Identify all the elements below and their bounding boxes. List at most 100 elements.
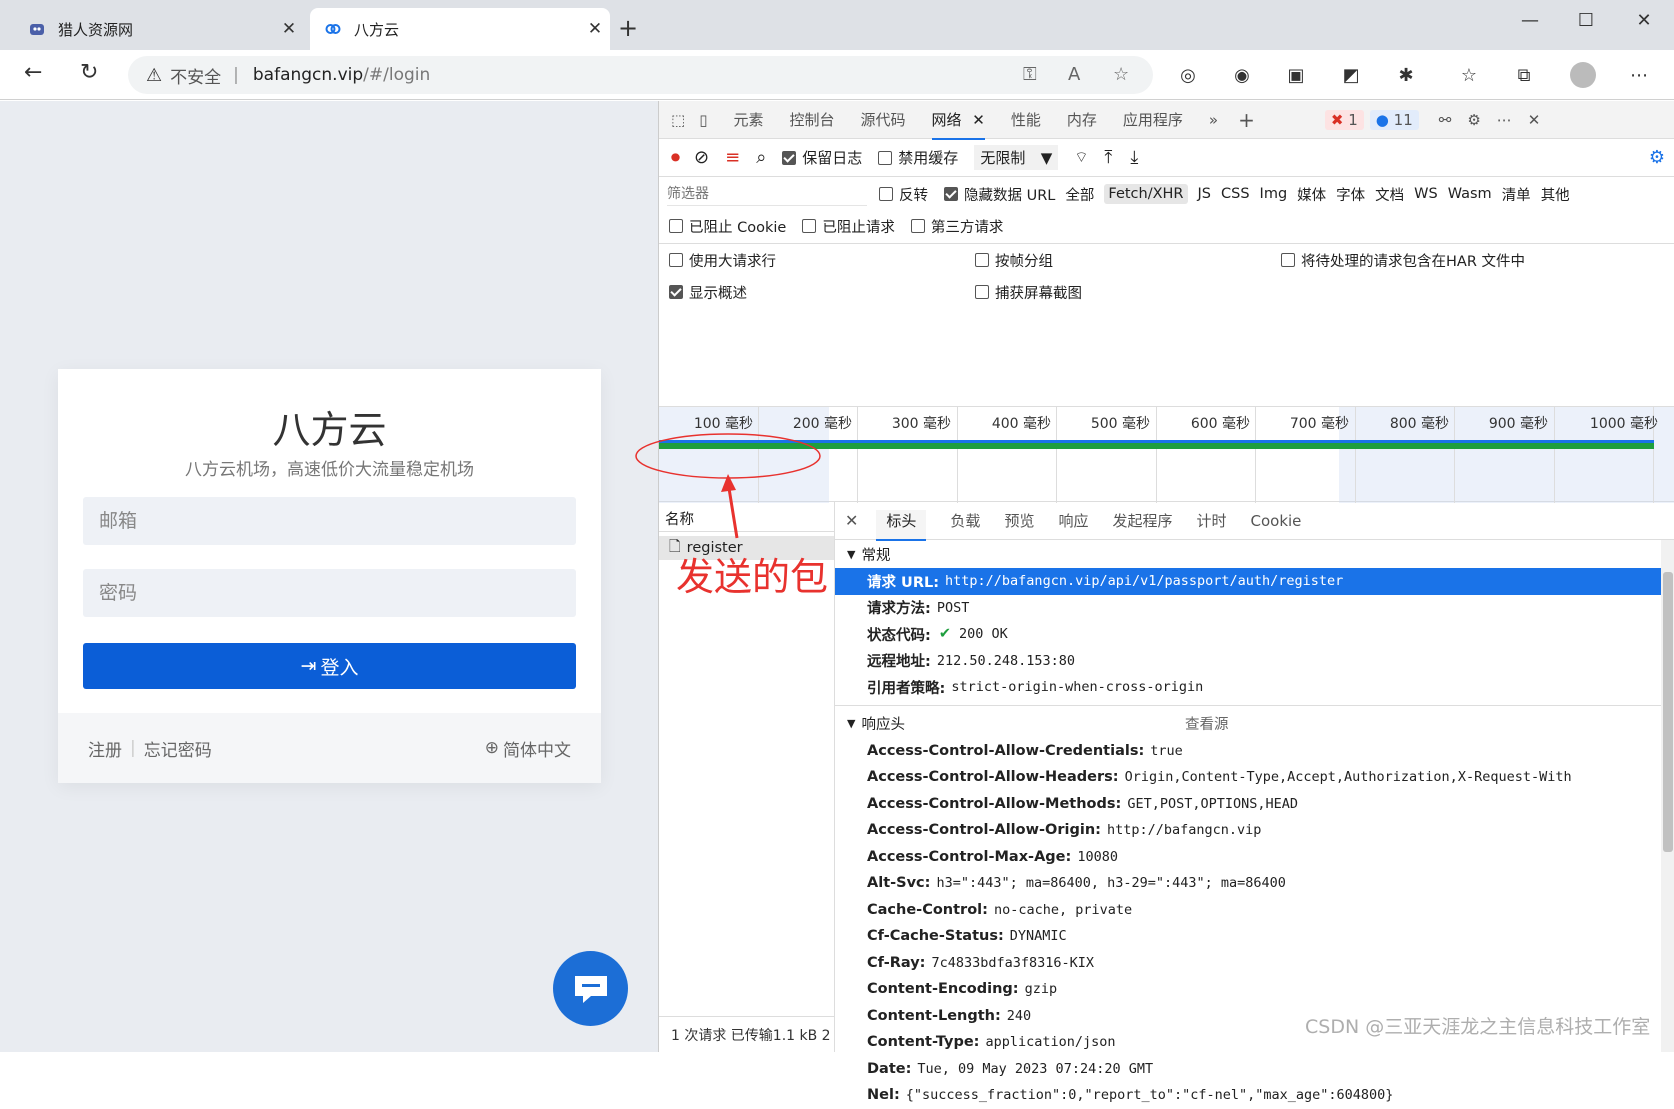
devtools-more-icon[interactable]: ⋯ [1497, 111, 1512, 129]
export-har-icon[interactable]: ⤓ [1130, 147, 1138, 168]
forgot-password-link[interactable]: 忘记密码 [144, 736, 212, 761]
message-badge[interactable]: ● 11 [1369, 109, 1419, 130]
detail-scrollbar[interactable] [1661, 540, 1674, 1052]
tab-cookies[interactable]: Cookie [1251, 512, 1302, 530]
add-favorite-icon[interactable]: ☆ [1113, 64, 1129, 85]
large-rows-checkbox[interactable]: 使用大请求行 [669, 250, 959, 271]
hide-data-urls-checkbox[interactable]: 隐藏数据 URL [944, 184, 1055, 205]
chat-button[interactable] [553, 951, 628, 1026]
close-devtools-icon[interactable]: ✕ [1528, 111, 1541, 129]
panel-application[interactable]: 应用程序 [1123, 109, 1183, 130]
password-input[interactable] [83, 569, 576, 617]
filter-type-other[interactable]: 其他 [1541, 184, 1570, 205]
tab-preview[interactable]: 预览 [1004, 510, 1034, 531]
extensions-icon[interactable]: ✱ [1393, 62, 1419, 88]
filter-type-css[interactable]: CSS [1221, 186, 1250, 202]
filter-type-fetch-xhr[interactable]: Fetch/XHR [1104, 184, 1188, 204]
tab-initiator[interactable]: 发起程序 [1112, 510, 1172, 531]
panel-network[interactable]: 网络 ✕ [931, 109, 985, 140]
filter-type-wasm[interactable]: Wasm [1448, 186, 1492, 202]
close-tab-icon[interactable]: ✕ [580, 19, 610, 39]
tab-hunter-resources[interactable]: 猎人资源网 ✕ [14, 8, 304, 50]
address-bar[interactable]: ⚠ 不安全 | bafangcn.vip /#/login ⚿ A ☆ [128, 56, 1153, 94]
blocked-cookies-checkbox[interactable]: 已阻止 Cookie [669, 216, 786, 237]
filter-type-manifest[interactable]: 清单 [1502, 184, 1531, 205]
preserve-log-checkbox[interactable]: 保留日志 [782, 147, 862, 168]
extension-search-icon[interactable]: ◎ [1175, 62, 1201, 88]
header-row[interactable]: Access-Control-Max-Age: 10080 [835, 844, 1674, 871]
header-row[interactable]: Alt-Svc: h3=":443"; ma=86400, h3-29=":443… [835, 870, 1674, 897]
reload-icon[interactable]: ↻ [80, 60, 98, 85]
login-button[interactable]: ⇥ 登入 [83, 643, 576, 689]
inspect-icon[interactable]: ⬚ [671, 111, 685, 129]
header-row[interactable]: 请求方法: POST [835, 595, 1674, 622]
register-link[interactable]: 注册 [88, 736, 122, 761]
settings-gear-icon[interactable]: ⚙ [1467, 111, 1480, 129]
clear-icon[interactable]: ⊘ [694, 147, 709, 168]
extension-shield-icon[interactable]: ◉ [1229, 62, 1255, 88]
filter-type-js[interactable]: JS [1198, 186, 1211, 202]
error-badge[interactable]: ✖ 1 [1324, 109, 1364, 130]
panel-performance[interactable]: 性能 [1011, 109, 1041, 130]
collections-icon[interactable]: ⧉ [1511, 62, 1537, 88]
filter-type-font[interactable]: 字体 [1336, 184, 1365, 205]
record-icon[interactable]: ⏺ [671, 147, 680, 168]
view-source-link[interactable]: 查看源 [1185, 713, 1229, 734]
header-row[interactable]: Content-Encoding: gzip [835, 976, 1674, 1003]
panel-console[interactable]: 控制台 [789, 109, 834, 130]
header-row[interactable]: Access-Control-Allow-Credentials: true [835, 738, 1674, 765]
tab-timing[interactable]: 计时 [1196, 510, 1226, 531]
import-har-icon[interactable]: ⤒ [1104, 147, 1112, 168]
filter-icon[interactable]: ≡ [725, 147, 740, 168]
header-row[interactable]: Access-Control-Allow-Headers: Origin,Cont… [835, 764, 1674, 791]
search-icon[interactable]: ⌕ [756, 147, 766, 168]
add-panel-icon[interactable]: + [1238, 108, 1255, 132]
show-overview-checkbox[interactable]: 显示概述 [669, 282, 959, 303]
close-detail-icon[interactable]: ✕ [845, 511, 858, 530]
profile-avatar[interactable] [1570, 62, 1596, 88]
connect-icon[interactable]: ⚯ [1439, 111, 1452, 129]
filter-type-all[interactable]: 全部 [1065, 184, 1094, 205]
header-row[interactable]: Date: Tue, 09 May 2023 07:24:20 GMT [835, 1056, 1674, 1083]
network-conditions-icon[interactable]: ⌔ [1074, 148, 1088, 167]
har-pending-checkbox[interactable]: 将待处理的请求包含在HAR 文件中 [1281, 250, 1525, 271]
tab-bafangyun[interactable]: 八方云 ✕ [310, 8, 610, 50]
close-tab-icon[interactable]: ✕ [274, 19, 304, 39]
header-row[interactable]: 请求 URL: http://bafangcn.vip/api/v1/passpo… [835, 568, 1674, 595]
header-row[interactable]: Access-Control-Allow-Origin: http://bafan… [835, 817, 1674, 844]
capture-screenshots-checkbox[interactable]: 捕获屏幕截图 [975, 282, 1082, 303]
extension-panda-icon[interactable]: ▣ [1283, 62, 1309, 88]
response-headers-section-header[interactable]: ▼ 响应头 查看源 [835, 710, 1674, 738]
language-selector[interactable]: 简体中文 [503, 736, 571, 761]
extension-edit-icon[interactable]: ◩ [1338, 62, 1364, 88]
header-row[interactable]: Access-Control-Allow-Methods: GET,POST,OP… [835, 791, 1674, 818]
maximize-icon[interactable]: ☐ [1566, 10, 1606, 31]
name-column-header[interactable]: 名称 [659, 502, 834, 532]
key-icon[interactable]: ⚿ [1023, 64, 1037, 85]
group-by-frame-checkbox[interactable]: 按帧分组 [975, 250, 1265, 271]
third-party-checkbox[interactable]: 第三方请求 [910, 216, 1003, 237]
header-row[interactable]: Nel: {"success_fraction":0,"report_to":"c… [835, 1082, 1674, 1109]
general-section-header[interactable]: ▼ 常规 [835, 540, 1674, 568]
header-row[interactable]: 引用者策略: strict-origin-when-cross-origin [835, 674, 1674, 701]
minimize-icon[interactable]: — [1510, 10, 1550, 31]
header-row[interactable]: Cf-Ray: 7c4833bdfa3f8316-KIX [835, 950, 1674, 977]
panel-elements[interactable]: 元素 [733, 109, 763, 130]
device-toggle-icon[interactable]: ▯ [699, 111, 707, 129]
window-close-icon[interactable]: ✕ [1624, 10, 1664, 31]
tab-payload[interactable]: 负载 [950, 510, 980, 531]
network-settings-icon[interactable]: ⚙ [1649, 147, 1665, 168]
header-row[interactable]: 远程地址: 212.50.248.153:80 [835, 648, 1674, 675]
filter-type-img[interactable]: Img [1260, 186, 1288, 202]
more-menu-icon[interactable]: ⋯ [1626, 62, 1652, 88]
header-row[interactable]: Cf-Cache-Status: DYNAMIC [835, 923, 1674, 950]
tab-response[interactable]: 响应 [1058, 510, 1088, 531]
disable-cache-checkbox[interactable]: 禁用缓存 [878, 147, 958, 168]
favorites-icon[interactable]: ☆ [1456, 62, 1482, 88]
throttling-select[interactable]: 无限制 ▼ [974, 145, 1059, 170]
filter-type-media[interactable]: 媒体 [1297, 184, 1326, 205]
read-aloud-icon[interactable]: A [1068, 64, 1080, 85]
back-icon[interactable]: ← [24, 60, 42, 85]
filter-type-ws[interactable]: WS [1414, 186, 1438, 202]
panel-sources[interactable]: 源代码 [860, 109, 905, 130]
